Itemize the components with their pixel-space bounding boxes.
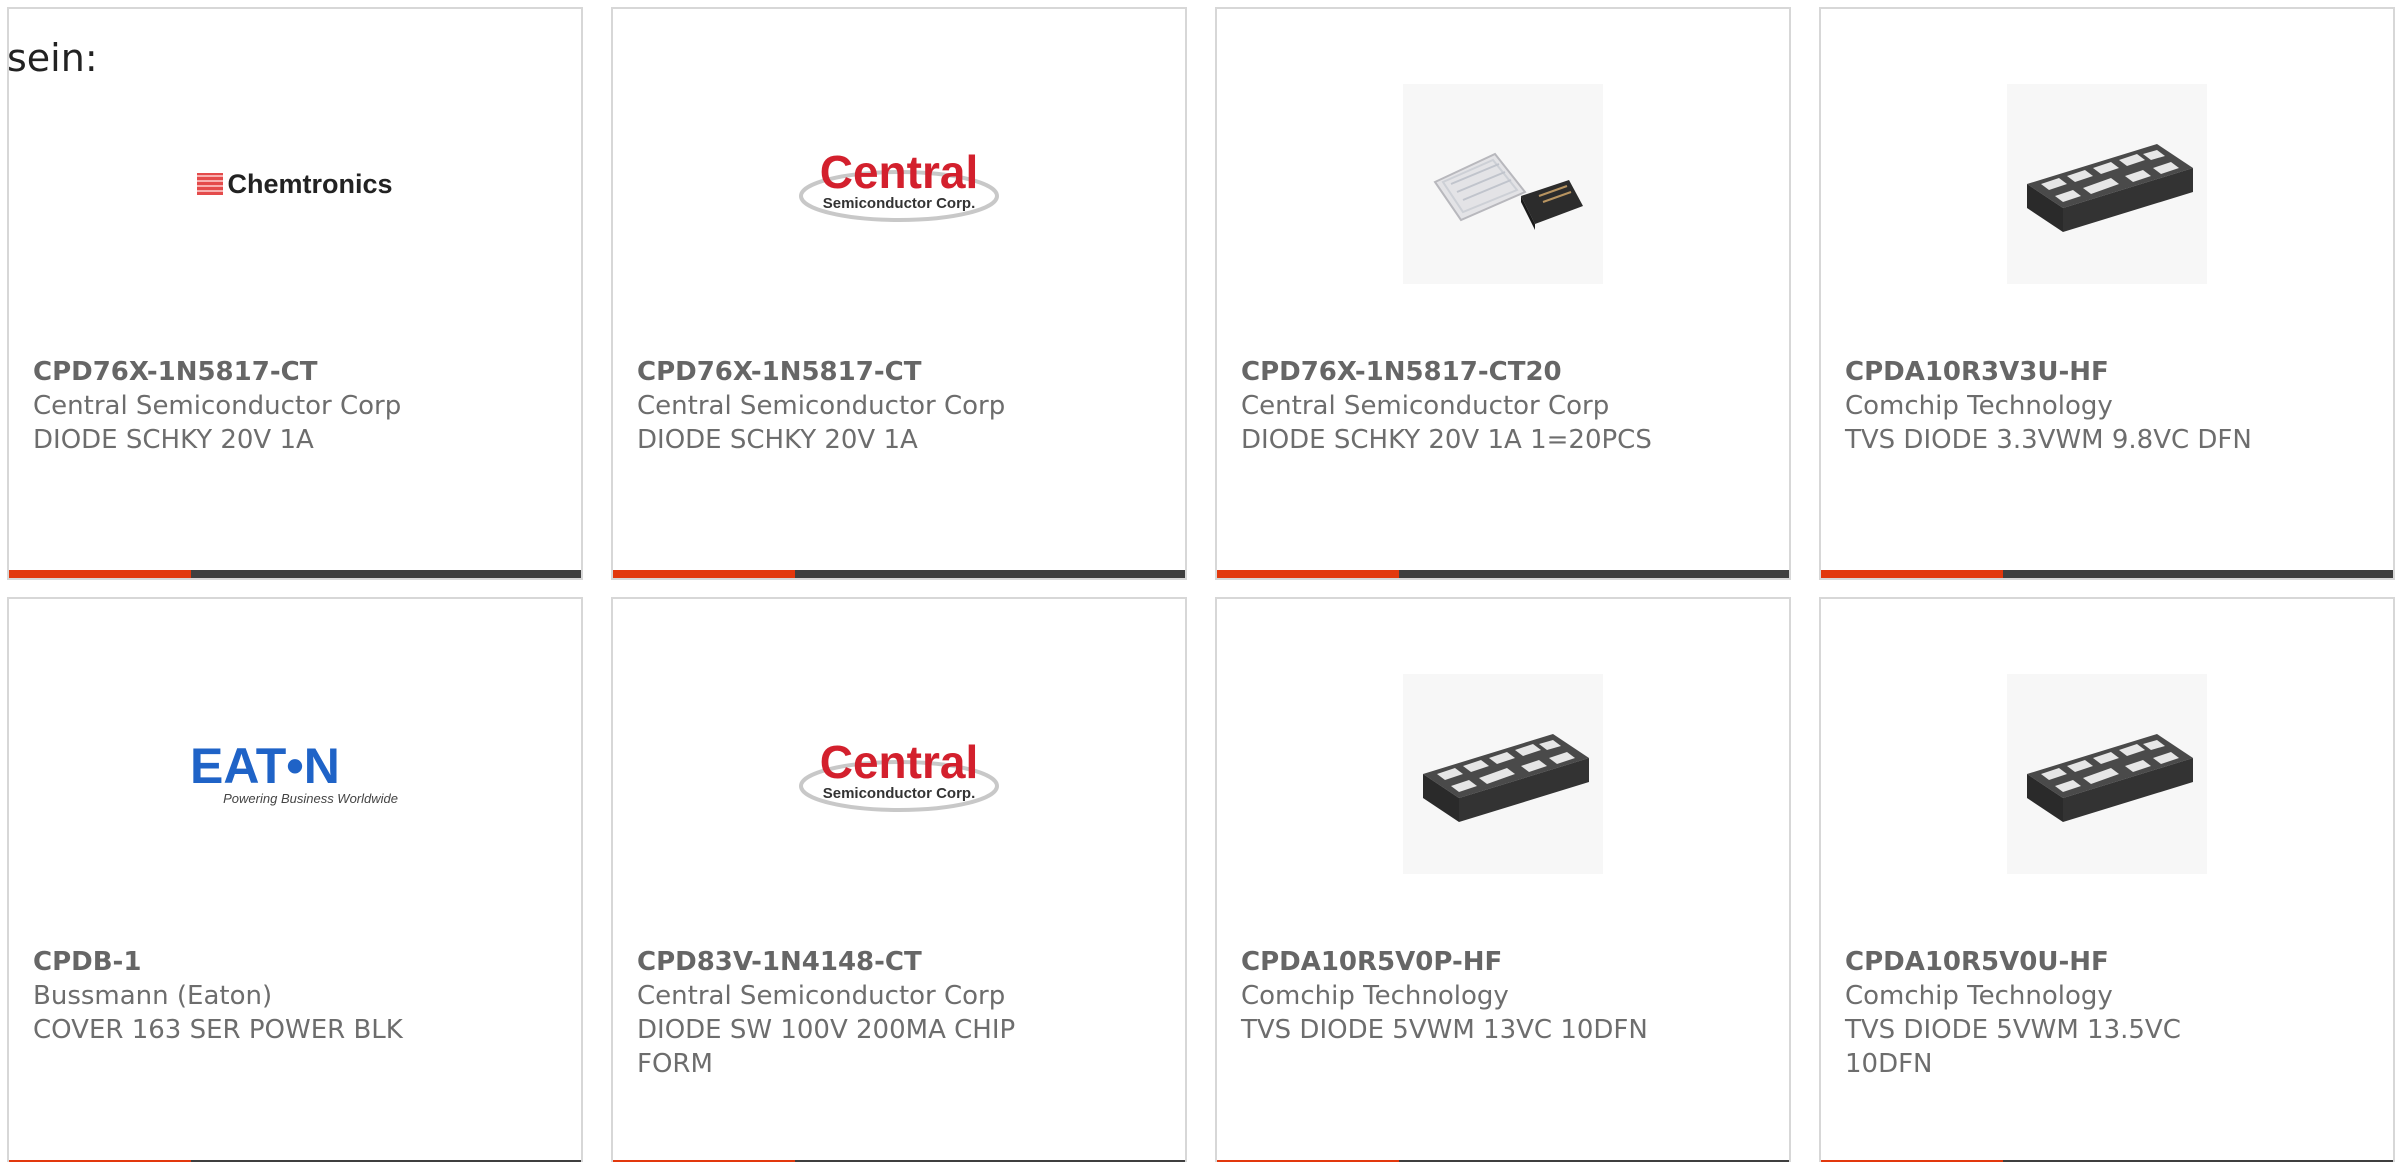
- card-bottom-bar: [1821, 570, 2393, 578]
- manufacturer: Bussmann (Eaton): [33, 981, 273, 1011]
- product-card[interactable]: CPDA10R5V0P-HF Comchip Technology TVS DI…: [1215, 597, 1791, 1162]
- manufacturer: Central Semiconductor Corp: [637, 391, 1006, 421]
- product-image: [1821, 669, 2393, 879]
- central-semiconductor-logo: Central Semiconductor Corp.: [799, 146, 999, 222]
- svg-text:Central: Central: [820, 146, 978, 198]
- manufacturer: Comchip Technology: [1845, 981, 2113, 1011]
- product-card[interactable]: Chemtronics CPD76X-1N5817-CT Central Sem…: [7, 7, 583, 580]
- product-card[interactable]: Central Semiconductor Corp. CPD83V-1N414…: [611, 597, 1187, 1162]
- product-image: [1821, 79, 2393, 289]
- product-image: Central Semiconductor Corp.: [613, 79, 1185, 289]
- product-card[interactable]: Central Semiconductor Corp. CPD76X-1N581…: [611, 7, 1187, 580]
- manufacturer: Central Semiconductor Corp: [33, 391, 402, 421]
- manufacturer: Central Semiconductor Corp: [637, 981, 1006, 1011]
- svg-text:EAT•N: EAT•N: [190, 739, 340, 794]
- description: DIODE SCHKY 20V 1A 1=20PCS: [1241, 425, 1652, 455]
- description: TVS DIODE 3.3VWM 9.8VC DFN: [1845, 425, 2252, 455]
- svg-text:Semiconductor Corp.: Semiconductor Corp.: [823, 785, 976, 802]
- dfn-chip-photo: [1403, 674, 1603, 874]
- product-image: Central Semiconductor Corp.: [613, 669, 1185, 879]
- description: DIODE SW 100V 200MA CHIP FORM: [637, 1015, 1016, 1079]
- product-image: Chemtronics: [9, 79, 581, 289]
- part-number[interactable]: CPD76X-1N5817-CT: [637, 355, 1161, 389]
- product-card[interactable]: CPDA10R3V3U-HF Comchip Technology TVS DI…: [1819, 7, 2395, 580]
- part-number[interactable]: CPD83V-1N4148-CT: [637, 945, 1161, 979]
- part-number[interactable]: CPD76X-1N5817-CT20: [1241, 355, 1765, 389]
- description: TVS DIODE 5VWM 13VC 10DFN: [1241, 1015, 1648, 1045]
- part-number[interactable]: CPDB-1: [33, 945, 557, 979]
- product-card[interactable]: CPDA10R5V0U-HF Comchip Technology TVS DI…: [1819, 597, 2395, 1162]
- eaton-logo: EAT•N Powering Business Worldwide: [190, 739, 398, 806]
- card-bottom-bar: [613, 570, 1185, 578]
- part-number[interactable]: CPDA10R3V3U-HF: [1845, 355, 2369, 389]
- description: DIODE SCHKY 20V 1A: [33, 425, 314, 455]
- product-image: [1217, 79, 1789, 289]
- product-image: EAT•N Powering Business Worldwide: [9, 669, 581, 879]
- manufacturer: Comchip Technology: [1845, 391, 2113, 421]
- svg-text:Central: Central: [820, 736, 978, 788]
- part-number[interactable]: CPDA10R5V0U-HF: [1845, 945, 2369, 979]
- part-number[interactable]: CPD76X-1N5817-CT: [33, 355, 557, 389]
- description: COVER 163 SER POWER BLK: [33, 1015, 403, 1045]
- product-card[interactable]: CPD76X-1N5817-CT20 Central Semiconductor…: [1215, 7, 1791, 580]
- card-bottom-bar: [1217, 570, 1789, 578]
- chemtronics-logo: Chemtronics: [197, 169, 393, 200]
- product-card[interactable]: EAT•N Powering Business Worldwide CPDB-1…: [7, 597, 583, 1162]
- part-number[interactable]: CPDA10R5V0P-HF: [1241, 945, 1765, 979]
- central-semiconductor-logo: Central Semiconductor Corp.: [799, 736, 999, 812]
- intro-text: sein:: [7, 36, 98, 80]
- description: DIODE SCHKY 20V 1A: [637, 425, 918, 455]
- svg-text:Semiconductor Corp.: Semiconductor Corp.: [823, 195, 976, 212]
- product-image: [1217, 669, 1789, 879]
- card-bottom-bar: [9, 570, 581, 578]
- manufacturer: Central Semiconductor Corp: [1241, 391, 1610, 421]
- product-grid-page: sein: Chemtronics CPD76X-1N5817-CT Centr…: [0, 0, 2400, 1162]
- dfn-chip-photo: [2007, 84, 2207, 284]
- svg-text:Powering Business Worldwide: Powering Business Worldwide: [223, 791, 398, 806]
- description: TVS DIODE 5VWM 13.5VC 10DFN: [1845, 1015, 2181, 1079]
- diode-pack-photo: [1403, 84, 1603, 284]
- dfn-chip-photo: [2007, 674, 2207, 874]
- manufacturer: Comchip Technology: [1241, 981, 1509, 1011]
